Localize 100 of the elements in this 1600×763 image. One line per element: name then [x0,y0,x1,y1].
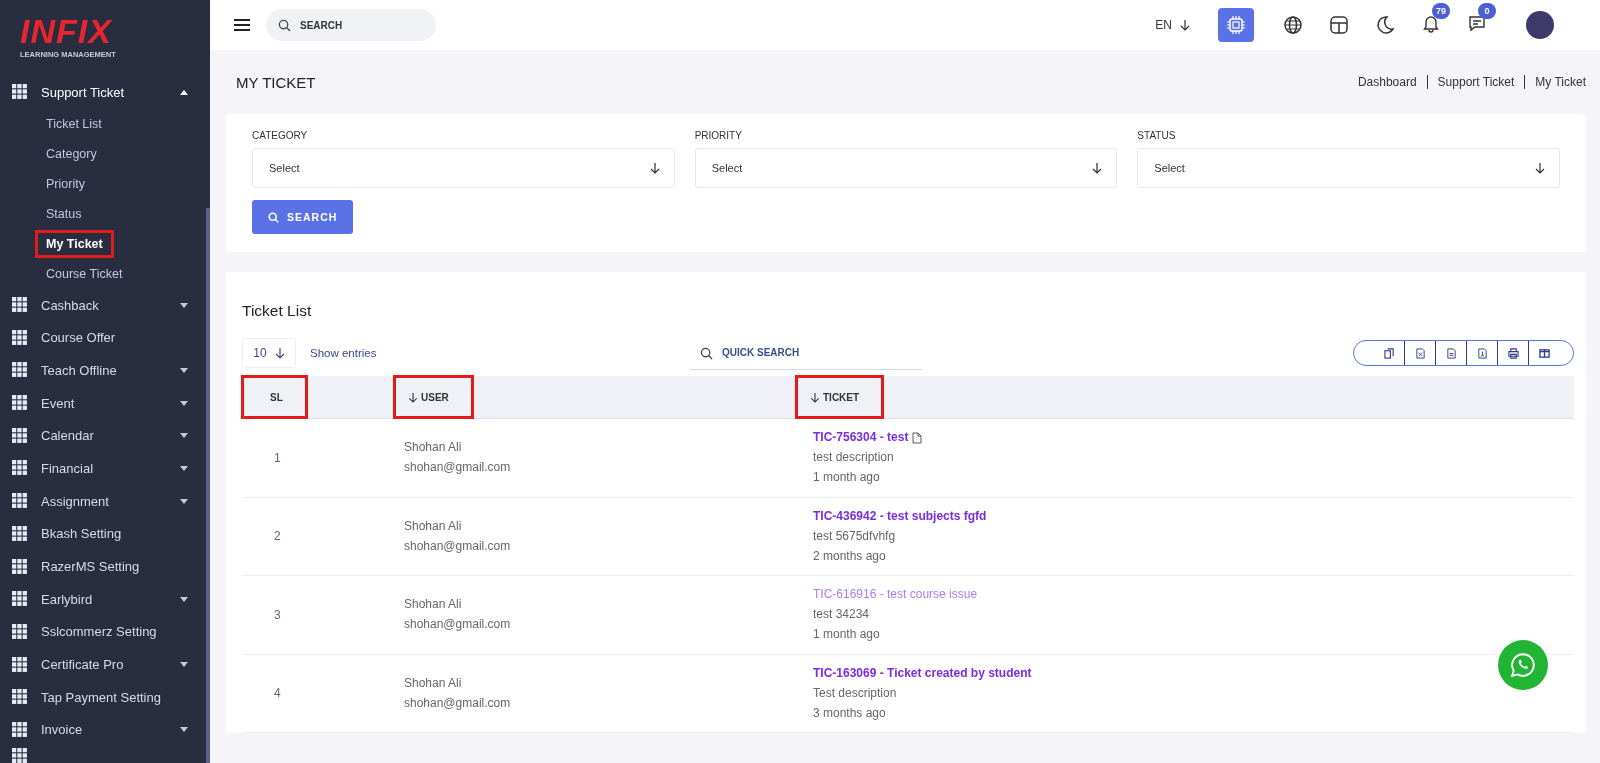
ticket-description: test 34234 [813,607,870,623]
language-selector[interactable]: EN [1155,18,1190,32]
user-name: Shohan Ali [404,518,462,534]
sidebar-item[interactable]: Sslcommerz Setting [0,615,210,649]
grid-icon [12,427,28,444]
sidebar-subitem[interactable]: Category [34,138,109,169]
caret-icon [180,662,188,668]
caret-icon [180,465,188,471]
layout-icon[interactable] [1329,15,1349,35]
sidebar-item[interactable]: Calendar [0,419,210,453]
chip-icon [1226,15,1246,35]
sidebar-item[interactable]: Teach Offline [0,354,210,387]
grid-icon [12,748,28,763]
sidebar-item[interactable]: RazerMS Setting [0,550,210,583]
search-icon [278,19,291,32]
search-button[interactable]: SEARCH [252,200,354,234]
search-icon [268,211,279,223]
page-title: MY TICKET [236,73,316,91]
ticket-link[interactable]: TIC-436942 - test subjects fgfd [813,508,987,524]
caret-icon [180,400,188,406]
caret-icon [180,596,188,602]
pdf-file-icon [1476,347,1488,359]
sidebar-item[interactable]: Financial [0,452,210,485]
sidebar-item[interactable]: Bkash Setting [0,517,210,551]
down-arrow-icon [1092,162,1103,174]
ticket-description: test description [813,450,894,466]
sidebar-item[interactable]: Cashback [0,288,210,322]
printer-icon [1507,347,1519,359]
search-field[interactable]: SEARCH [266,9,436,41]
column-header[interactable]: USER [394,376,473,418]
user-email: shohan@gmail.com [404,538,511,554]
sidebar-item[interactable]: Invoice [0,713,210,747]
grid-icon [12,84,28,101]
sidebar-subitem[interactable]: Priority [34,168,97,199]
file-icon[interactable] [912,431,923,444]
down-arrow-icon [1535,162,1545,174]
breadcrumb[interactable]: Support Ticket [1426,75,1515,89]
select-field[interactable]: Select [1137,148,1560,188]
select-field[interactable]: Select [252,148,675,188]
copy-icon [1383,347,1395,359]
ticket-time: 3 months ago [813,705,886,721]
chip-button[interactable] [1218,8,1254,42]
filter-label: PRIORITY [694,130,743,141]
down-arrow-icon [274,347,285,359]
caret-icon [180,302,188,308]
ticket-time: 1 month ago [813,470,880,486]
chat-bubble-phone-icon [1510,652,1536,678]
moon-icon[interactable] [1375,15,1395,35]
sidebar-subitem[interactable]: Course Ticket [34,258,135,289]
sidebar-item[interactable]: Event [0,386,210,420]
sidebar-item[interactable]: Support Ticket [0,76,210,109]
page-size-select[interactable]: 10 [242,338,296,368]
sidebar-subitem[interactable]: Status [34,198,94,229]
down-arrow-icon [649,162,660,174]
breadcrumb[interactable]: Dashboard [1357,75,1417,89]
ticket-time: 2 months ago [813,548,886,564]
ticket-link[interactable]: TIC-163069 - Ticket created by student [813,665,1032,681]
document-icon [1445,347,1457,359]
caret-icon [180,367,188,373]
show-entries-label: Show entries [310,347,378,359]
notification-count: 79 [1432,3,1450,19]
grid-icon [12,591,28,608]
chat-icon[interactable] [1467,13,1487,33]
user-email: shohan@gmail.com [404,695,511,711]
grid-icon [12,525,28,542]
ticket-time: 1 month ago [813,627,880,643]
sidebar-item[interactable]: Course Offer [0,321,210,355]
user-name: Shohan Ali [404,597,462,613]
globe-icon[interactable] [1283,15,1303,35]
sidebar-subitem[interactable]: Ticket List [34,108,114,139]
grid-icon [12,395,28,412]
column-header: SL [242,376,307,418]
caret-icon [180,498,188,504]
grid-icon [12,558,28,575]
user-email: shohan@gmail.com [404,617,511,633]
columns-icon [1538,347,1550,359]
bell-icon[interactable] [1421,13,1441,33]
menu-icon[interactable] [234,19,250,31]
scrollbar[interactable] [206,208,210,763]
table-cell: 2 [274,529,281,544]
caret-icon [180,433,188,439]
grid-icon [12,689,28,706]
sidebar-item[interactable]: Tap Payment Setting [0,680,210,714]
select-field[interactable]: Select [694,148,1118,188]
ticket-link[interactable]: TIC-756304 - test [813,430,909,446]
sidebar-item[interactable]: Earlybird [0,582,210,616]
message-count: 0 [1478,3,1496,19]
caret-icon [180,89,188,95]
avatar[interactable] [1526,11,1554,39]
sidebar-subitem[interactable]: My Ticket [34,228,115,259]
sort-arrow-icon [408,391,418,403]
grid-icon [12,460,28,477]
table-cell: 3 [274,607,281,622]
breadcrumb: My Ticket [1524,75,1586,89]
sidebar-item[interactable]: Assignment [0,484,210,518]
quick-search-field[interactable]: QUICK SEARCH [690,336,922,370]
grid-icon [12,329,28,346]
sidebar-item[interactable]: Certificate Pro [0,648,210,681]
ticket-description: test 5675dfvhfg [813,528,896,544]
column-header[interactable]: TICKET [796,376,884,418]
